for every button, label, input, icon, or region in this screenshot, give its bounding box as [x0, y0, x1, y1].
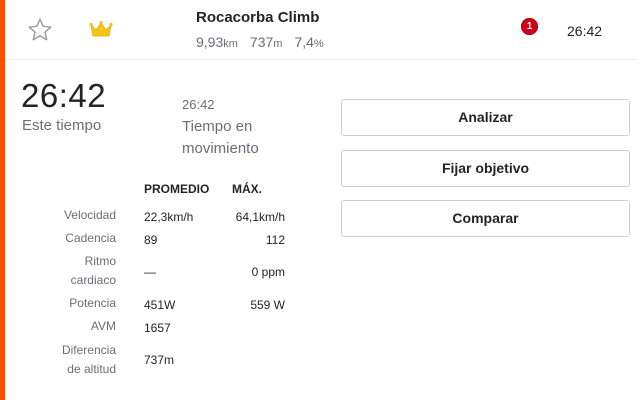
moving-time-label: Tiempo en movimiento: [182, 118, 259, 157]
stat-cadence-average: 89: [144, 233, 158, 247]
segment-grade-value: 7,4: [294, 34, 314, 50]
compare-button[interactable]: Comparar: [341, 200, 630, 237]
segment-header-row[interactable]: Rocacorba Climb 9,93km 737m 7,4% 1 26:42: [5, 0, 637, 60]
column-header-average: PROMEDIO: [144, 182, 210, 196]
stat-speed-average: 22,3km/h: [144, 210, 194, 224]
segment-time: 26:42: [567, 23, 603, 39]
segment-distance-unit: km: [223, 38, 238, 50]
accent-bar: [0, 0, 5, 400]
stat-label-elevation-difference: Diferencia de altitud: [61, 343, 116, 376]
stat-cadence-max: 112: [265, 233, 285, 247]
stat-heart-rate-max: 0 ppm: [251, 265, 285, 279]
stat-label-heart-rate: Ritmo cardiaco: [70, 254, 116, 287]
stat-label-cadence: Cadencia: [65, 231, 116, 245]
stat-power-average: 451W: [144, 298, 176, 312]
stat-heart-rate-average: —: [144, 265, 156, 279]
segment-name[interactable]: Rocacorba Climb: [196, 9, 319, 26]
star-icon[interactable]: [27, 17, 53, 43]
segment-stats: 9,93km 737m 7,4%: [196, 34, 324, 50]
analyze-button[interactable]: Analizar: [341, 99, 630, 136]
segment-elevation-value: 737: [249, 34, 274, 50]
segment-elevation-unit: m: [273, 38, 283, 50]
achievement-badge: 1: [521, 18, 538, 35]
stat-label-power: Potencia: [69, 296, 116, 310]
segment-distance-value: 9,93: [196, 34, 224, 50]
stat-label-vam: AVM: [90, 319, 116, 333]
crown-icon: [89, 20, 113, 37]
stat-speed-max: 64,1km/h: [235, 210, 285, 224]
elapsed-time-label: Este tiempo: [22, 117, 102, 134]
column-header-max: MÁX.: [232, 182, 262, 196]
stat-power-max: 559 W: [250, 298, 285, 312]
segment-grade-unit: %: [313, 38, 324, 50]
stat-elevation-difference-average: 737m: [144, 353, 175, 367]
stat-vam-average: 1657: [144, 321, 171, 335]
elapsed-time: 26:42: [21, 77, 107, 114]
moving-time: 26:42: [182, 97, 215, 112]
stat-label-speed: Velocidad: [63, 208, 116, 222]
set-goal-button[interactable]: Fijar objetivo: [341, 150, 630, 187]
